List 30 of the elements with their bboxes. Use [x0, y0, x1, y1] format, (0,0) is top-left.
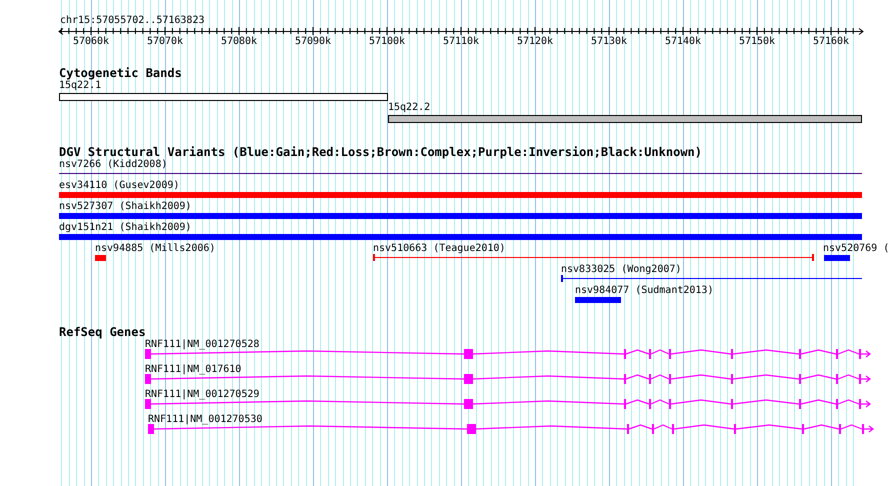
feature-label: 15q22.2: [388, 102, 430, 114]
feature-label: nsv510663 (Teague2010): [373, 243, 506, 255]
feature-label: esv34110 (Gusev2009): [59, 180, 180, 192]
feature-label: RNF111|NM_001270528: [145, 339, 260, 351]
feature-label: nsv520769 (: [823, 243, 890, 255]
tick-label: 57150k: [738, 36, 776, 48]
tick-label: 57090k: [294, 36, 332, 48]
tick-label: 57080k: [220, 36, 258, 48]
feature-label: RNF111|NM_017610: [145, 364, 242, 376]
tick-label: 57120k: [516, 36, 554, 48]
feature-label: nsv984077 (Sudmant2013): [575, 285, 714, 297]
feature-label: nsv7266 (Kidd2008): [59, 159, 168, 171]
location-label: chr15:57055702..57163823: [60, 15, 204, 27]
tick-label: 57130k: [590, 36, 628, 48]
feature-label: nsv833025 (Wong2007): [561, 264, 682, 276]
tick-label: 57100k: [368, 36, 406, 48]
feature-label: dgv151n21 (Shaikh2009): [59, 222, 192, 234]
track-title: Cytogenetic Bands: [59, 66, 182, 80]
feature-label: 15q22.1: [59, 80, 102, 92]
tick-label: 57140k: [664, 36, 702, 48]
track-title: RefSeq Genes: [59, 325, 146, 339]
tick-label: 57160k: [812, 36, 850, 48]
feature-label: RNF111|NM_001270530: [148, 414, 262, 426]
tick-label: 57110k: [442, 36, 480, 48]
feature-label: nsv94885 (Mills2006): [95, 243, 216, 255]
tick-label: 57070k: [146, 36, 184, 48]
tick-label: 57060k: [72, 36, 110, 48]
feature-label: RNF111|NM_001270529: [145, 389, 260, 401]
track-title: DGV Structural Variants (Blue:Gain;Red:Loss;Brown:Complex;Purple:Inversion;Black:Unknown): [59, 145, 702, 159]
feature-label: nsv527307 (Shaikh2009): [59, 201, 192, 213]
